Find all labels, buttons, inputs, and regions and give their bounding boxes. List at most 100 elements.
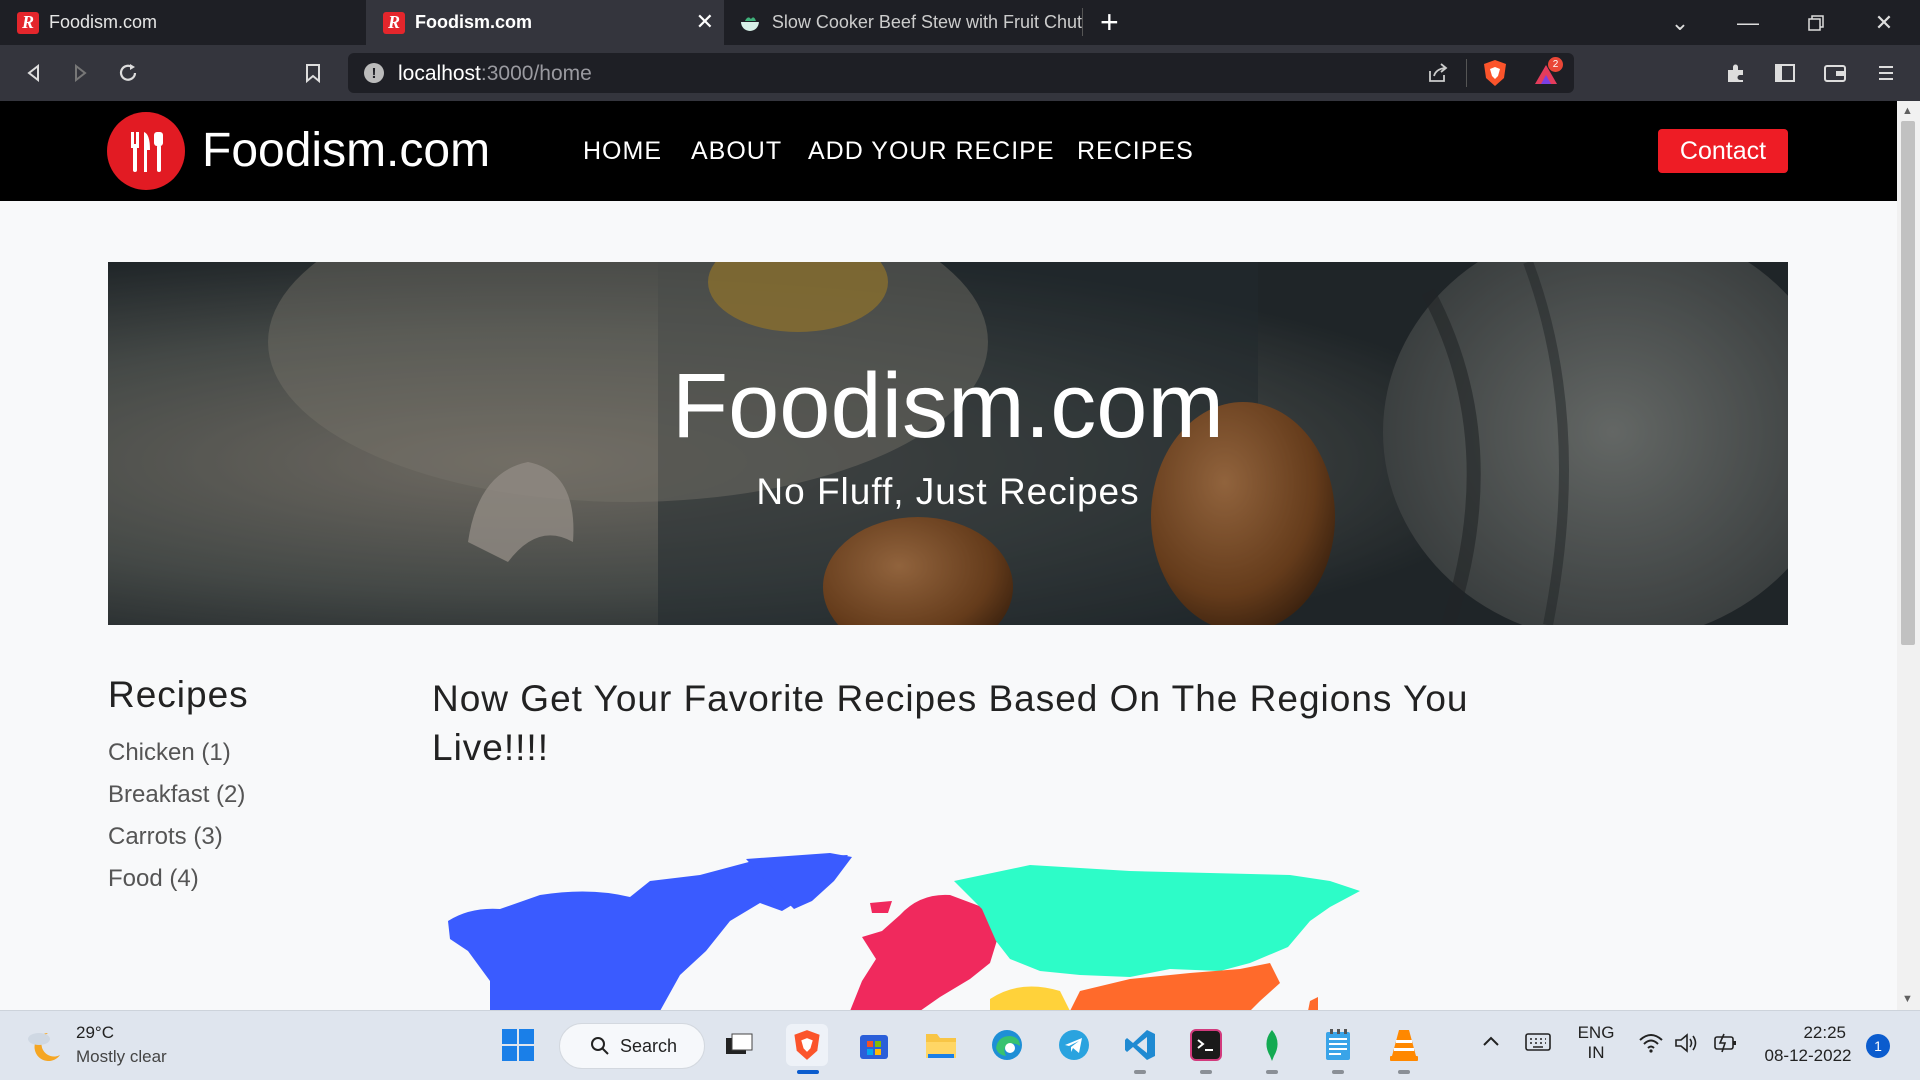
microsoft-store-icon[interactable] xyxy=(853,1024,895,1066)
sidebar-heading: Recipes xyxy=(108,674,249,715)
close-window-button[interactable]: ✕ xyxy=(1854,0,1914,45)
web-page: Foodism.com HOME ABOUT ADD YOUR RECIPE R… xyxy=(0,101,1897,1010)
scroll-up-arrow-icon[interactable]: ▲ xyxy=(1902,105,1913,117)
vlc-icon[interactable] xyxy=(1383,1024,1425,1066)
nav-add-your-recipe[interactable]: ADD YOUR RECIPE xyxy=(808,137,1055,166)
language-code: ENG xyxy=(1577,1023,1615,1042)
reload-button[interactable] xyxy=(108,53,148,93)
brave-shields-icon[interactable] xyxy=(1482,59,1508,92)
foodism-favicon-icon: R xyxy=(17,11,39,34)
task-view-icon[interactable] xyxy=(718,1024,760,1066)
tab-strip: R Foodism.com R Foodism.com ✕ Slow Cooke… xyxy=(0,0,1920,45)
category-link-food[interactable]: Food (4) xyxy=(108,865,199,893)
show-hidden-icons-chevron-icon[interactable] xyxy=(1481,1031,1501,1056)
tab-title: Foodism.com xyxy=(49,12,158,32)
nav-recipes[interactable]: RECIPES xyxy=(1077,137,1194,166)
site-navbar: Foodism.com HOME ABOUT ADD YOUR RECIPE R… xyxy=(0,101,1897,201)
running-app-indicator xyxy=(1200,1070,1212,1074)
category-link-breakfast[interactable]: Breakfast (2) xyxy=(108,781,245,809)
site-info-icon[interactable]: ! xyxy=(364,63,384,83)
extensions-icon[interactable] xyxy=(1716,53,1756,93)
input-language[interactable]: ENG IN xyxy=(1576,1023,1616,1063)
map-region-middle-east xyxy=(990,986,1070,1010)
running-app-indicator xyxy=(1266,1070,1278,1074)
site-logo-icon[interactable] xyxy=(107,112,185,190)
nav-about[interactable]: ABOUT xyxy=(691,137,782,166)
url-text[interactable]: localhost:3000/home xyxy=(398,62,592,86)
vscode-icon[interactable] xyxy=(1119,1024,1161,1066)
weather-temperature[interactable]: 29°C xyxy=(76,1023,114,1043)
notification-badge[interactable]: 1 xyxy=(1866,1034,1890,1058)
wifi-icon[interactable] xyxy=(1638,1033,1664,1058)
active-app-indicator xyxy=(797,1070,819,1074)
edge-browser-icon[interactable] xyxy=(986,1024,1028,1066)
browser-toolbar: ! localhost:3000/home 2 xyxy=(0,45,1920,101)
tab-search-chevron-icon[interactable]: ⌄ xyxy=(1650,0,1710,45)
tab-foodism-2[interactable]: R Foodism.com ✕ xyxy=(366,0,724,45)
new-tab-button[interactable]: + xyxy=(1100,4,1119,40)
terminal-icon[interactable] xyxy=(1185,1024,1227,1066)
tab-beef-stew[interactable]: Slow Cooker Beef Stew with Fruit Chut xyxy=(726,0,1082,45)
restore-button[interactable] xyxy=(1786,0,1846,45)
bowl-favicon-icon xyxy=(740,16,759,31)
tab-title: Foodism.com xyxy=(415,12,533,32)
taskbar-search[interactable]: Search xyxy=(559,1023,705,1069)
weather-description[interactable]: Mostly clear xyxy=(76,1047,167,1067)
menu-icon[interactable] xyxy=(1866,53,1906,93)
wallet-icon[interactable] xyxy=(1815,53,1855,93)
running-app-indicator xyxy=(1398,1070,1410,1074)
map-region-russia xyxy=(954,865,1360,977)
category-link-carrots[interactable]: Carrots (3) xyxy=(108,823,223,851)
category-link-chicken[interactable]: Chicken (1) xyxy=(108,739,231,767)
url-host: localhost xyxy=(398,62,481,85)
scrollbar-thumb[interactable] xyxy=(1901,121,1915,645)
search-label: Search xyxy=(620,1035,678,1056)
touch-keyboard-icon[interactable] xyxy=(1525,1033,1551,1056)
bookmark-icon[interactable] xyxy=(293,53,333,93)
windows-taskbar: 29°C Mostly clear Search ENG IN 22:25 08… xyxy=(0,1010,1920,1080)
weather-moon-cloud-icon[interactable] xyxy=(26,1027,66,1070)
search-icon xyxy=(591,1037,609,1055)
scroll-down-arrow-icon[interactable]: ▼ xyxy=(1902,993,1913,1005)
hero-banner: Foodism.com No Fluff, Just Recipes xyxy=(108,262,1788,625)
foodism-favicon-icon: R xyxy=(383,11,405,34)
notepad-icon[interactable] xyxy=(1317,1024,1359,1066)
map-region-japan xyxy=(1308,997,1318,1010)
running-app-indicator xyxy=(1134,1070,1146,1074)
map-region-iceland xyxy=(870,901,892,913)
brave-rewards-icon[interactable]: 2 xyxy=(1532,57,1563,92)
battery-charging-icon[interactable] xyxy=(1712,1032,1740,1059)
clock[interactable]: 22:25 08-12-2022 xyxy=(1756,1023,1860,1066)
address-bar[interactable]: ! localhost:3000/home 2 xyxy=(348,53,1574,93)
share-icon[interactable] xyxy=(1426,61,1450,90)
clock-time: 22:25 xyxy=(1803,1023,1846,1042)
url-path: :3000/home xyxy=(480,62,592,85)
hero-title: Foodism.com xyxy=(671,355,1225,457)
rewards-badge: 2 xyxy=(1548,57,1563,72)
clock-date: 08-12-2022 xyxy=(1764,1046,1852,1065)
mongodb-icon[interactable] xyxy=(1251,1024,1293,1066)
back-button[interactable] xyxy=(14,53,54,93)
brave-browser-icon[interactable] xyxy=(786,1024,828,1066)
tab-divider xyxy=(1082,8,1083,36)
page-scrollbar[interactable]: ▲ ▼ xyxy=(1897,101,1920,1010)
forward-button[interactable] xyxy=(60,53,100,93)
minimize-button[interactable]: — xyxy=(1718,0,1778,45)
region-code: IN xyxy=(1587,1043,1605,1062)
sidebar-icon[interactable] xyxy=(1765,53,1805,93)
brand-name[interactable]: Foodism.com xyxy=(202,123,490,178)
running-app-indicator xyxy=(1332,1070,1344,1074)
hero-subtitle: No Fluff, Just Recipes xyxy=(756,471,1140,512)
url-divider xyxy=(1466,59,1467,87)
close-tab-icon[interactable]: ✕ xyxy=(696,9,714,35)
world-regions-map[interactable] xyxy=(430,851,1370,1010)
telegram-icon[interactable] xyxy=(1053,1024,1095,1066)
tab-title: Slow Cooker Beef Stew with Fruit Chut xyxy=(771,12,1082,32)
contact-button[interactable]: Contact xyxy=(1658,129,1788,173)
main-heading: Now Get Your Favorite Recipes Based On T… xyxy=(432,678,1469,768)
windows-start-icon[interactable] xyxy=(497,1024,539,1066)
file-explorer-icon[interactable] xyxy=(920,1024,962,1066)
nav-home[interactable]: HOME xyxy=(583,137,662,166)
tab-foodism-1[interactable]: R Foodism.com xyxy=(0,0,364,45)
volume-icon[interactable] xyxy=(1674,1032,1700,1059)
